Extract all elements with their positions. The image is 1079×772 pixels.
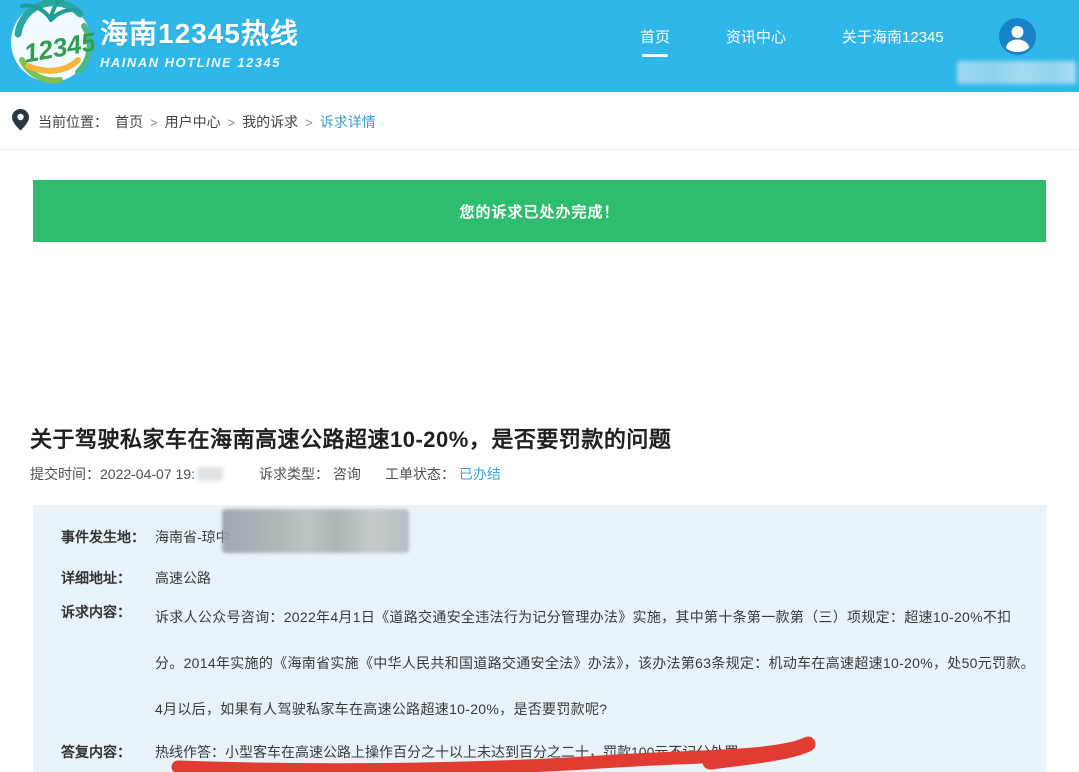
request-detail-card: 事件发生地： 海南省-琼中 详细地址： 高速公路 诉求内容： 诉求人公众号咨询：… (33, 505, 1046, 772)
content-label: 诉求内容： (61, 604, 131, 620)
page: 12345 海南12345热线 HAINAN HOTLINE 12345 首页 … (0, 0, 1079, 772)
ticket-status-value: 已办结 (458, 466, 501, 482)
site-title: 海南12345热线 (100, 18, 299, 49)
redacted-username (957, 61, 1076, 84)
success-banner: 您的诉求已处办完成！ (33, 180, 1046, 242)
crumb-separator: > (227, 114, 236, 130)
request-type-label: 诉求类型： (259, 466, 329, 482)
crumb-separator: > (150, 114, 158, 130)
address-value: 高速公路 (155, 570, 211, 586)
location-label: 事件发生地： (61, 529, 145, 545)
location-value: 海南省-琼中 (155, 529, 230, 545)
nav-news-center[interactable]: 资讯中心 (726, 26, 786, 57)
crumb-separator: > (305, 114, 313, 130)
site-subtitle: HAINAN HOTLINE 12345 (100, 55, 281, 70)
submit-time-value: 2022-04-07 19: (100, 466, 195, 482)
app-header: 12345 海南12345热线 HAINAN HOTLINE 12345 首页 … (0, 0, 1079, 92)
person-icon (1006, 26, 1029, 53)
content-value: 诉求人公众号咨询：2022年4月1日《道路交通安全违法行为记分管理办法》实施，其… (155, 609, 1035, 717)
address-label: 详细地址： (61, 570, 131, 586)
meta-submit-time: 提交时间： 2022-04-07 19: (30, 464, 259, 484)
hotline-logo-icon: 12345 (11, 0, 94, 84)
redacted-location (222, 509, 409, 553)
reply-label: 答复内容： (61, 744, 131, 760)
request-title: 关于驾驶私家车在海南高速公路超速10-20%，是否要罚款的问题 (30, 427, 672, 452)
progress-steps: 提交 处理 办结 (0, 270, 1079, 641)
request-meta: 提交时间： 2022-04-07 19: 诉求类型： 咨询 工单状态： 已办结 (30, 464, 501, 484)
crumb-user-center[interactable]: 用户中心 (165, 112, 221, 132)
user-avatar[interactable] (999, 18, 1036, 55)
ticket-status-label: 工单状态： (385, 466, 455, 482)
submit-time-label: 提交时间： (30, 466, 100, 482)
nav-home[interactable]: 首页 (640, 26, 670, 57)
redacted-time (196, 467, 223, 481)
success-banner-text: 您的诉求已处办完成！ (459, 203, 620, 221)
crumb-home[interactable]: 首页 (115, 112, 143, 132)
nav-about[interactable]: 关于海南12345 (842, 26, 944, 57)
crumb-request-detail: 诉求详情 (319, 114, 376, 130)
breadcrumb-bar: 当前位置： 首页 > 用户中心 > 我的诉求 > 诉求详情 (0, 92, 1079, 150)
breadcrumb: 当前位置： 首页 > 用户中心 > 我的诉求 > 诉求详情 (38, 112, 376, 132)
crumb-my-requests[interactable]: 我的诉求 (242, 112, 298, 132)
reply-value: 热线作答：小型客车在高速公路上操作百分之十以上未达到百分之二十，罚款100元不记… (155, 744, 753, 760)
meta-ticket-status: 工单状态： 已办结 (385, 464, 501, 484)
request-type-value: 咨询 (332, 466, 361, 482)
location-pin-icon (12, 109, 29, 131)
breadcrumb-prefix: 当前位置： (38, 114, 108, 130)
main-nav: 首页 资讯中心 关于海南12345 (640, 26, 944, 57)
logo-text: 海南12345热线 HAINAN HOTLINE 12345 (100, 12, 299, 70)
meta-request-type: 诉求类型： 咨询 (259, 464, 385, 484)
